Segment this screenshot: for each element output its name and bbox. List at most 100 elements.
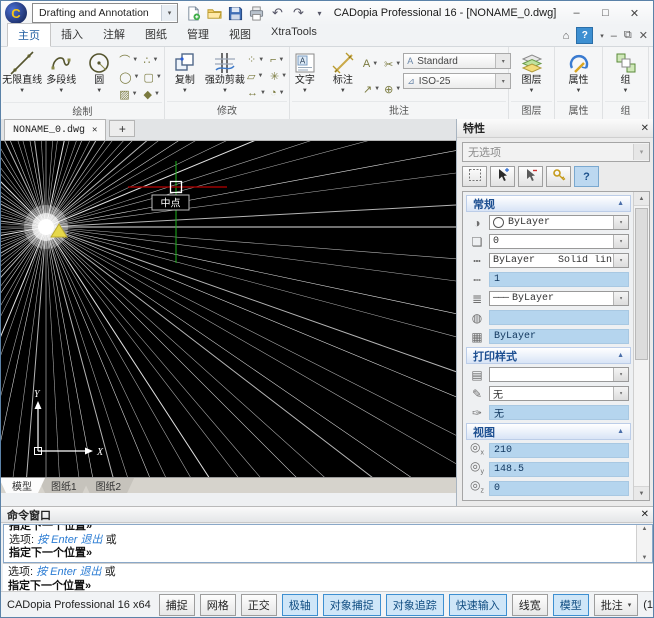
qat-customize-button[interactable]: ▾ [311,5,328,22]
collapse-caret-icon[interactable]: ▲ [617,428,624,435]
tool-xline[interactable]: 无限直线▼ [3,48,41,102]
chevron-down-icon[interactable]: ▾ [613,368,628,381]
tool-layers[interactable]: 图层▼ [514,48,550,101]
chevron-down-icon[interactable]: ▼ [576,88,582,94]
chevron-down-icon[interactable]: ▼ [529,88,535,94]
section-header-常规[interactable]: 常规▲ [466,195,631,212]
tool-copy[interactable]: 复制▼ [167,48,203,101]
toggle-对象追踪[interactable]: 对象追踪 [386,594,444,616]
open-file-button[interactable] [206,5,223,22]
scrollbar-thumb[interactable] [635,208,648,360]
workspace-dropdown[interactable]: Drafting and Annotation ▾ [32,3,178,23]
ribbon-tab-注解[interactable]: 注解 [93,23,135,46]
minimize-button[interactable]: – [562,4,591,23]
properties-scrollbar[interactable]: ▲ ▼ [633,192,649,500]
tool-attributes[interactable]: 属性▼ [561,48,597,101]
sheet-tab-模型[interactable]: 模型 [0,478,45,493]
property-edit-field[interactable]: 无 [489,405,629,420]
property-dropdown[interactable]: 无▾ [489,386,629,401]
toggle-正交[interactable]: 正交 [241,594,277,616]
drawing-canvas[interactable]: 中点XY [1,141,456,477]
style-dropdown-ISO-25[interactable]: ⊿ISO-25▾ [403,73,511,89]
scroll-down-icon[interactable]: ▼ [634,486,649,500]
sheet-tab-图纸1[interactable]: 图纸1 [38,478,90,493]
toggle-捕捉[interactable]: 捕捉 [159,594,195,616]
property-dropdown[interactable]: ▾ [489,367,629,382]
ribbon-tab-主页[interactable]: 主页 [7,23,51,47]
command-option-link[interactable]: 按 Enter 退出 [37,534,102,546]
mini-tool-points[interactable]: ∴▼ [144,52,162,68]
new-document-tab-button[interactable]: + [109,120,135,137]
ribbon-tab-管理[interactable]: 管理 [177,23,219,46]
property-edit-field[interactable]: ByLayer [489,329,629,344]
property-edit-field[interactable]: 0 [489,481,629,496]
mini-tool-ellipse[interactable]: ◯▼ [119,69,139,85]
mini-tool-hatch[interactable]: ▨▼ [119,86,139,102]
doc-restore-button[interactable]: ⧉ [624,29,632,42]
properties-close-icon[interactable]: ✕ [641,123,649,134]
mini-tool-explode[interactable]: ✳▼ [270,69,287,85]
tool-powertrim[interactable]: 强劲剪裁▼ [205,48,245,101]
chevron-down-icon[interactable]: ▼ [182,88,188,94]
mini-tool-textstyle[interactable]: A▼ [363,52,380,76]
tool-dimension[interactable]: 标注▼ [325,48,361,101]
help-dropdown-icon[interactable]: ▾ [600,32,604,40]
collapse-caret-icon[interactable]: ▲ [617,200,624,207]
command-window-close-icon[interactable]: ✕ [641,509,649,520]
new-file-button[interactable] [185,5,202,22]
pick-add-button[interactable] [490,166,515,187]
mini-tool-region[interactable]: ◆▼ [144,86,162,102]
scroll-up-icon[interactable]: ▲ [642,526,648,532]
maximize-button[interactable]: □ [591,4,620,23]
tab-close-icon[interactable]: ✕ [92,125,97,135]
toggle-模型[interactable]: 模型 [553,594,589,616]
ribbon-home-icon[interactable]: ⌂ [563,30,570,42]
command-scrollbar[interactable]: ▲ ▼ [636,525,652,562]
chevron-down-icon[interactable]: ▼ [222,88,228,94]
quick-select-button[interactable] [546,166,571,187]
tool-text[interactable]: A文字▼ [287,48,323,101]
toggle-极轴[interactable]: 极轴 [282,594,318,616]
mini-tool-fillet[interactable]: ⌐▼ [270,52,287,68]
ribbon-tab-图纸[interactable]: 图纸 [135,23,177,46]
help-button[interactable]: ? [574,166,599,187]
toggle-对象捕捉[interactable]: 对象捕捉 [323,594,381,616]
doc-minimize-button[interactable]: – [611,30,617,42]
property-edit-field[interactable] [489,310,629,325]
property-edit-field[interactable]: 148.5 [489,462,629,477]
tool-circle[interactable]: 圆▼ [81,48,117,102]
chevron-down-icon[interactable]: ▾ [613,292,628,305]
mini-tool-arc[interactable]: ⌒▼ [119,52,139,68]
select-rect-button[interactable] [462,166,487,187]
mini-tool-eraser[interactable]: ▱▼ [247,69,266,85]
mini-tool-note[interactable]: ▢▼ [144,69,162,85]
chevron-down-icon[interactable]: ▼ [19,88,25,94]
chevron-down-icon[interactable]: ▼ [96,88,102,94]
mini-tool-pattern[interactable]: ⁘▼ [247,52,266,68]
style-dropdown-Standard[interactable]: AStandard▾ [403,53,511,69]
property-dropdown[interactable]: 0▾ [489,234,629,249]
chevron-down-icon[interactable]: ▼ [340,88,346,94]
property-edit-field[interactable]: 210 [489,443,629,458]
scroll-down-icon[interactable]: ▼ [642,555,648,561]
print-button[interactable] [248,5,265,22]
chevron-down-icon[interactable]: ▾ [613,387,628,400]
redo-button[interactable]: ↷ [290,5,307,22]
mini-tool-smart[interactable]: ◔▼ [270,85,287,101]
ribbon-tab-视图[interactable]: 视图 [219,23,261,46]
toggle-网格[interactable]: 网格 [200,594,236,616]
property-edit-field[interactable]: 1 [489,272,629,287]
pick-remove-button[interactable] [518,166,543,187]
toggle-线宽[interactable]: 线宽 [512,594,548,616]
document-tab[interactable]: NONAME_0.dwg ✕ [4,119,106,140]
app-logo-icon[interactable]: C [5,2,27,24]
chevron-down-icon[interactable]: ▾ [613,216,628,229]
chevron-down-icon[interactable]: ▼ [623,88,629,94]
chevron-down-icon[interactable]: ▾ [613,254,628,267]
chevron-down-icon[interactable]: ▼ [302,88,308,94]
tool-group[interactable]: 组▼ [608,48,644,101]
chevron-down-icon[interactable]: ▼ [58,88,64,94]
close-button[interactable]: ✕ [620,4,649,23]
property-dropdown[interactable]: ByLayer▾ [489,215,629,230]
mini-tool-delete-annot[interactable]: ✂▼ [384,52,401,76]
